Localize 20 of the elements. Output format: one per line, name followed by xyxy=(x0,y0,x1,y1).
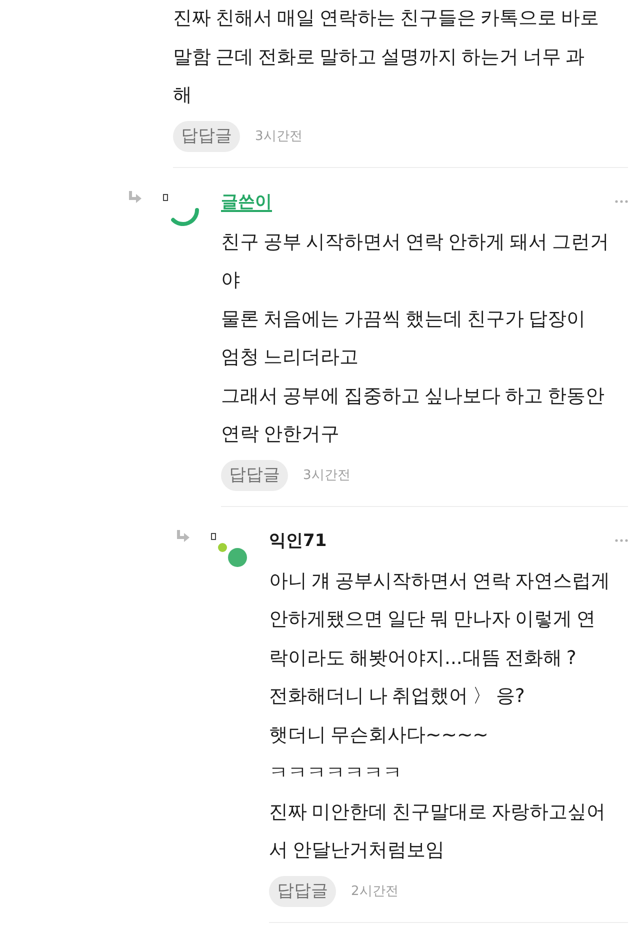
author-name[interactable]: 익인71 xyxy=(269,528,327,552)
arc-icon xyxy=(171,208,199,226)
more-icon[interactable] xyxy=(615,200,628,203)
comment-text: 친구 공부 시작하면서 연락 안하게 돼서 그런거 야 물론 처음에는 가끔씩 했는데 친구가 답장이 엄청 느리더라고 그래서 공부에 집중하고 싶나보다 하고 한동안 연락 안한거구 xyxy=(221,230,610,447)
status-dot-icon xyxy=(218,542,227,552)
comment-text: 아니 걔 공부시작하면서 연락 자연스럽게 안하게됐으면 일단 뭐 만나자 이렇게 연 락이라도 해봣어야지...대뜸 전화해 ? 전화해더니 나 취업했어 〉 응? 햇더니 무슨회사다~~~~ ㅋㅋㅋㅋㅋㅋㅋ 진짜 미안한데 친구말대로 자랑하고싶어 서 안달난거처럼보임 xyxy=(269,570,611,863)
comment-time: 3시간전 xyxy=(303,467,350,484)
reply-button[interactable]: 답답글 xyxy=(269,876,336,906)
reply-button[interactable]: 답답글 xyxy=(173,120,240,152)
avatar-icon xyxy=(228,548,247,566)
reply-arrow-icon xyxy=(128,190,142,204)
author-name[interactable]: 글쓴이 xyxy=(221,190,272,214)
more-icon[interactable] xyxy=(615,539,628,542)
small-square-icon xyxy=(211,532,216,540)
reply-arrow-icon xyxy=(176,530,190,542)
comment-time: 2시간전 xyxy=(351,883,398,900)
small-square-icon xyxy=(163,194,168,200)
reply-button[interactable]: 답답글 xyxy=(221,460,288,490)
comment-time: 3시간전 xyxy=(255,128,302,145)
comment-text: 진짜 친해서 매일 연락하는 친구들은 카톡으로 바로 말함 근데 전화로 말하고 설명까지 하는거 너무 과 해 xyxy=(173,7,600,108)
